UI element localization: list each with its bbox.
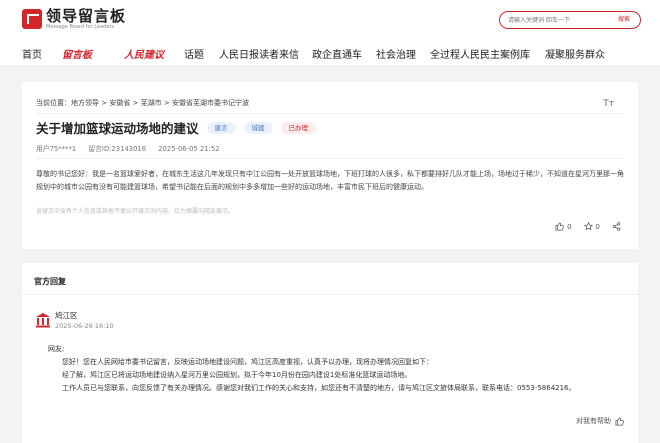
- divider: [22, 294, 638, 295]
- search-button[interactable]: 搜索: [612, 15, 636, 25]
- reply-department: 鸠江区: [55, 311, 78, 320]
- share-icon: [612, 222, 621, 231]
- message-actions: 0 0: [543, 222, 624, 231]
- message-card: 当前位置：地方领导 > 安徽省 > 芜湖市 > 安徽省芜湖市委书记宁波 Tт 关…: [22, 82, 638, 249]
- share-button[interactable]: [612, 222, 624, 231]
- reply-body: 网友: 您好！您在人民网给市委书记留言，反映运动场地建设问题，鸠江区高度重视，认…: [48, 343, 628, 395]
- page-title: 关于增加篮球运动场地的建议: [36, 121, 199, 136]
- breadcrumb[interactable]: 当前位置：地方领导 > 安徽省 > 芜湖市 > 安徽省芜湖市委书记宁波: [36, 98, 249, 108]
- nav-item-people-suggestions[interactable]: 人民建议: [124, 46, 164, 61]
- logo[interactable]: 领导留言板 Message Board for Leaders: [22, 8, 126, 30]
- reply-line: 经了解，鸠江区已将运动场地建设纳入星河万里公园规划，拟于今年10月份在园内建设1…: [62, 371, 412, 379]
- message-meta: 用户75****1 留言ID:23143016 2025-06-05 21:52: [36, 143, 229, 153]
- logo-title: 领导留言板: [46, 7, 127, 25]
- government-building-icon: [36, 313, 50, 328]
- nav-item-social-governance[interactable]: 社会治理: [376, 46, 416, 61]
- divider: [36, 113, 624, 114]
- search-box: 搜索: [499, 11, 641, 29]
- user-name: 用户75****1: [36, 145, 77, 153]
- search-input[interactable]: [508, 14, 608, 26]
- thumbs-up-icon: [555, 222, 564, 231]
- main-nav: 首页 留言板 人民建议 话题 人民日报读者来信 政企直通车 社会治理 全过程人民…: [0, 40, 660, 66]
- helpful-button[interactable]: 对我有帮助: [576, 416, 624, 426]
- message-time: 2025-06-05 21:52: [158, 145, 220, 153]
- nav-item-serve-people[interactable]: 凝聚服务群众: [545, 46, 605, 61]
- message-id: 留言ID:23143016: [88, 145, 147, 153]
- logo-subtitle: Message Board for Leaders: [46, 24, 115, 30]
- tag-category: 城建: [243, 121, 273, 134]
- nav-item-home[interactable]: 首页: [22, 46, 42, 61]
- logo-icon: [22, 9, 42, 29]
- tag-type: 建言: [206, 121, 236, 134]
- favorite-count: 0: [595, 222, 600, 231]
- reply-line: 您好！您在人民网给市委书记留言，反映运动场地建设问题，鸠江区高度重视，认真予以办…: [62, 358, 433, 366]
- font-size-icon[interactable]: Tт: [603, 99, 614, 109]
- reply-section-title: 官方回复: [34, 277, 66, 286]
- message-body: 尊敬的书记您好：我是一名篮球爱好者，在城东生活这几年发现只有中江公园有一处开放篮…: [36, 170, 624, 191]
- nav-item-topics[interactable]: 话题: [184, 46, 204, 61]
- star-icon: [583, 222, 593, 231]
- favorite-button[interactable]: 0: [583, 222, 600, 231]
- status-badge: 已办理: [280, 121, 317, 134]
- thumbs-up-icon: [615, 417, 624, 425]
- official-reply-card: 官方回复 鸠江区 2025-06-26 16:10 网友: 您好！您在人民网给市…: [22, 263, 638, 443]
- nav-item-gov-business[interactable]: 政企直通车: [312, 46, 362, 61]
- reply-greeting: 网友:: [48, 345, 65, 353]
- nav-item-message-board[interactable]: 留言板: [62, 46, 92, 61]
- reply-line: 工作人员已与您联系，向您反馈了有关办理情况。感谢您对我们工作的关心和支持，如您还…: [62, 384, 576, 392]
- nav-item-readers-letters[interactable]: 人民日报读者来信: [219, 46, 299, 61]
- top-bar: 领导留言板 Message Board for Leaders 搜索: [0, 0, 660, 40]
- helpful-label: 对我有帮助: [576, 417, 611, 425]
- nav-item-democracy-cases[interactable]: 全过程人民民主案例库: [430, 46, 530, 61]
- divider: [36, 158, 624, 159]
- like-count: 0: [567, 222, 572, 231]
- like-button[interactable]: 0: [555, 222, 572, 231]
- disclaimer: 该留言中含有个人信息或其他不便公开展示的内容，仅为摘要向网友展示。: [36, 208, 235, 215]
- reply-time: 2025-06-26 16:10: [55, 322, 114, 330]
